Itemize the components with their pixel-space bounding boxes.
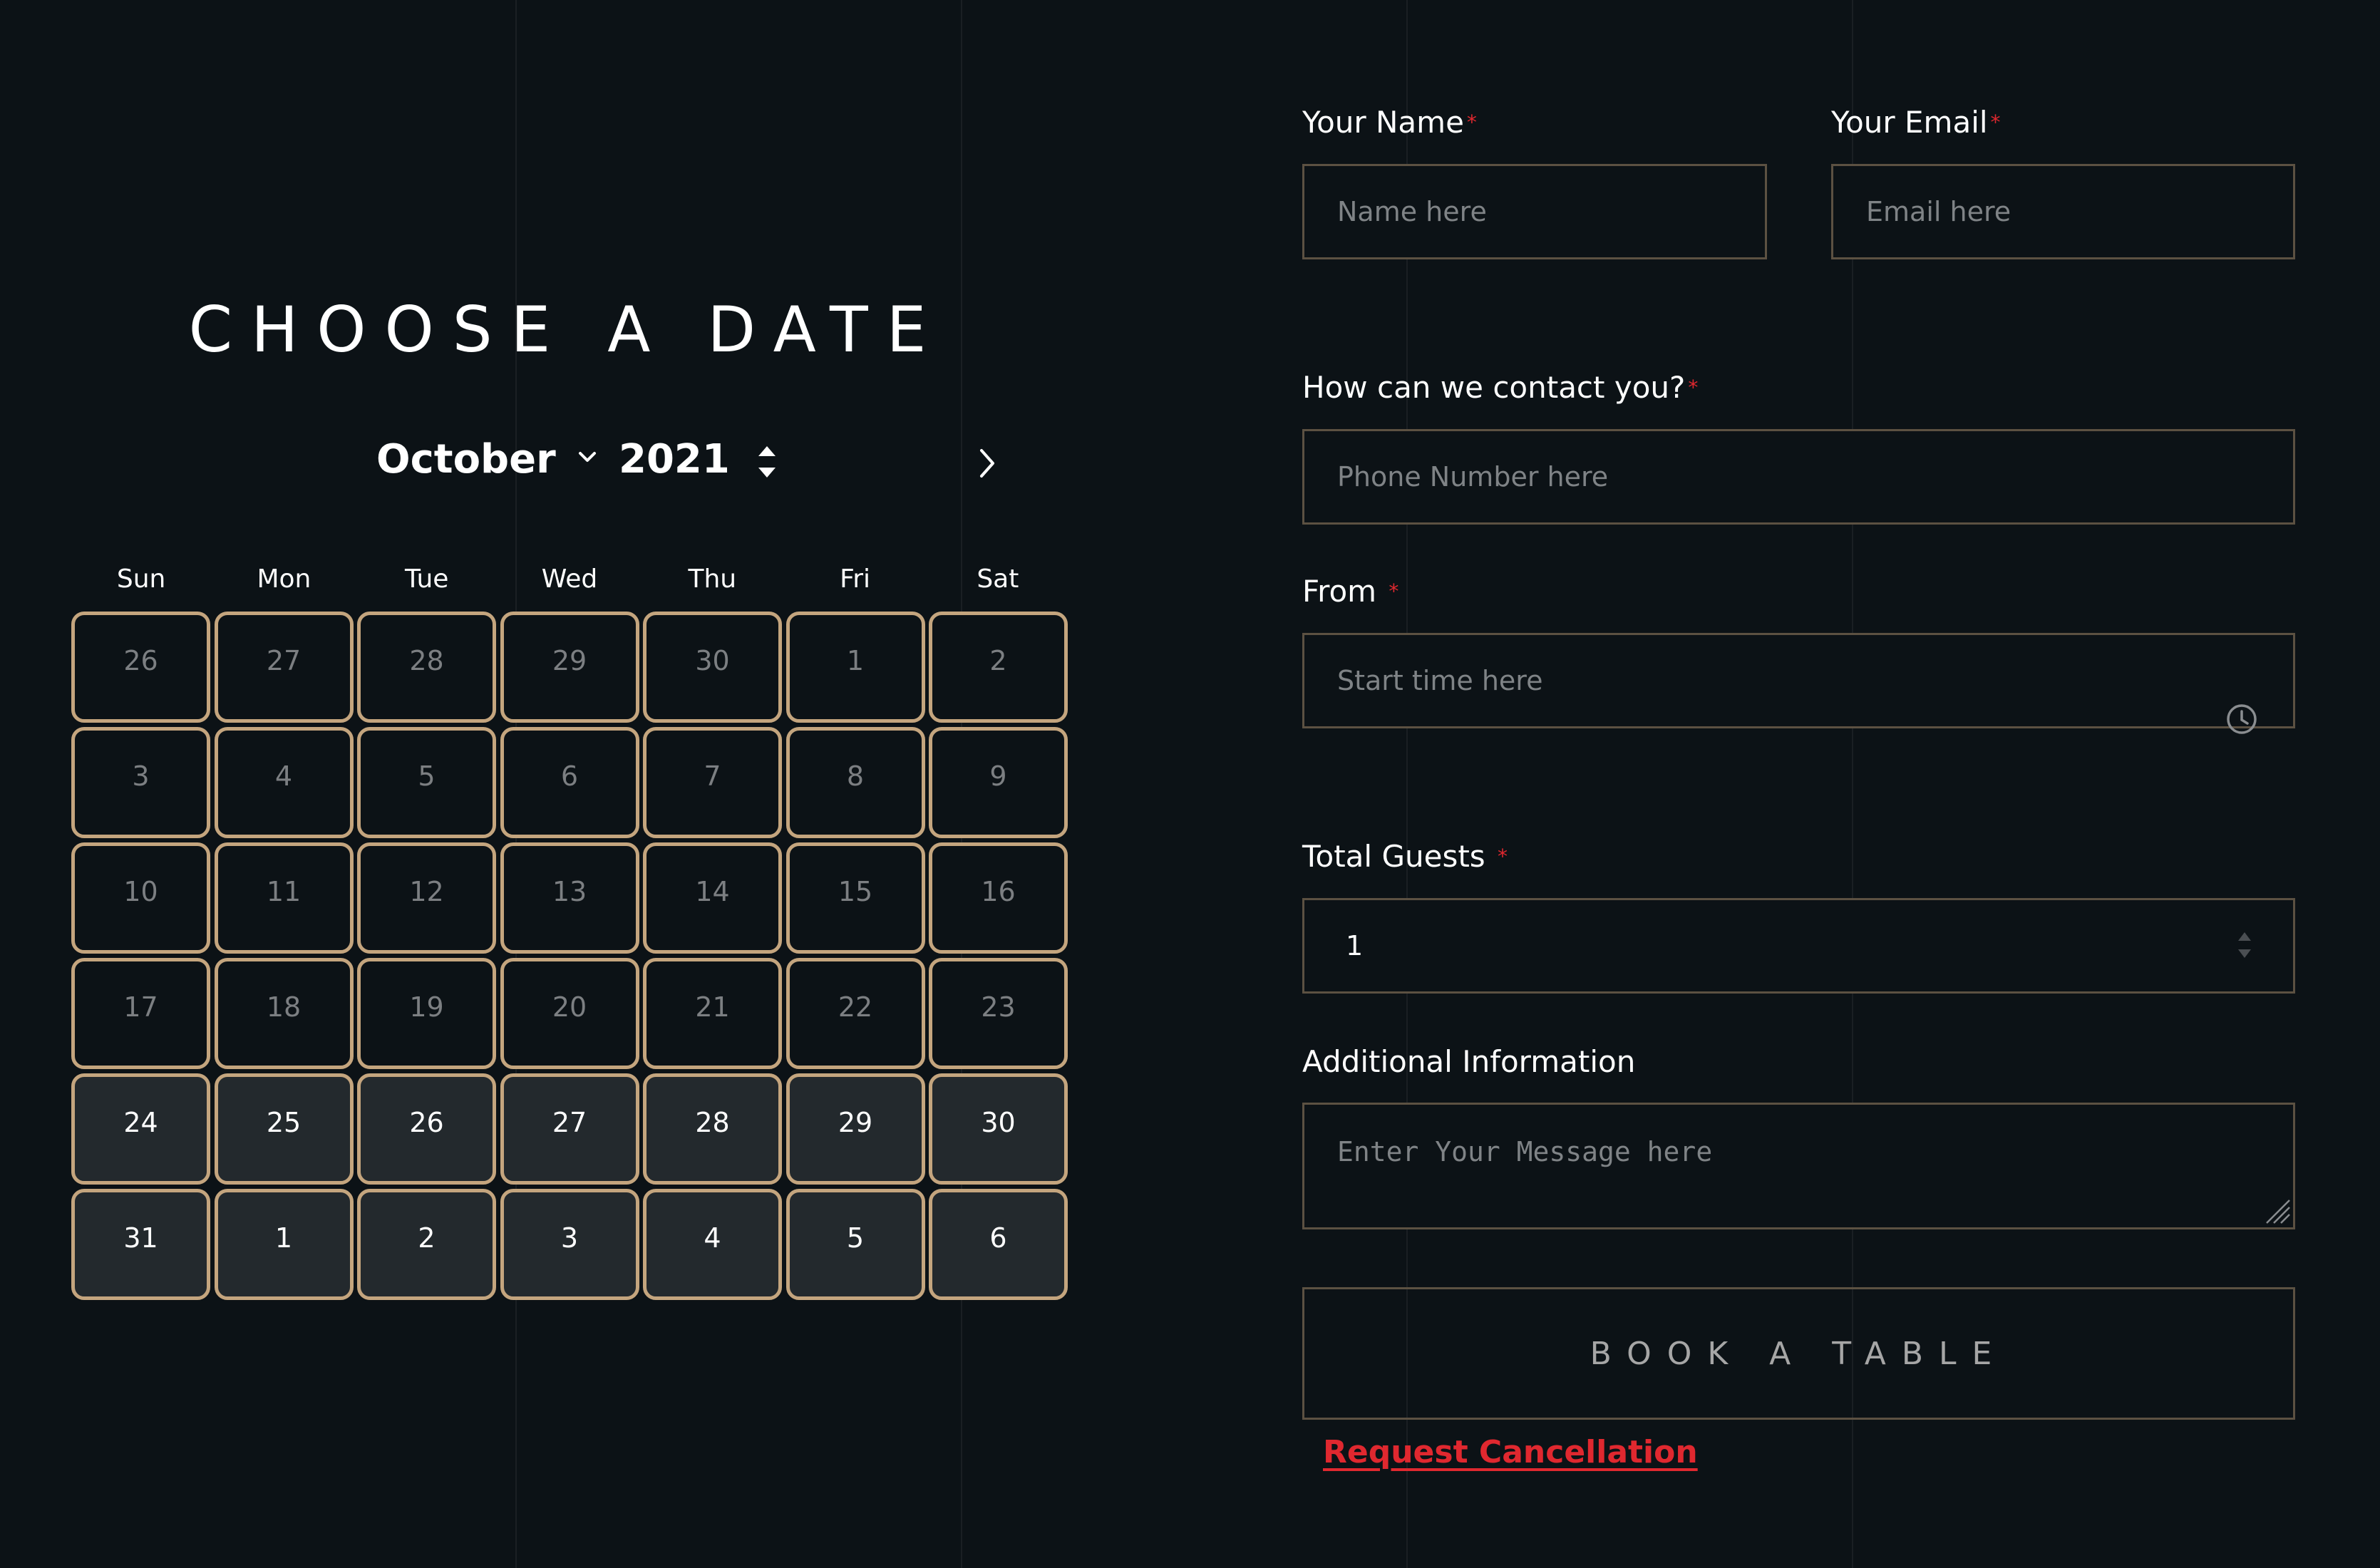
- from-label: From *: [1302, 574, 1399, 609]
- guests-label: Total Guests *: [1302, 839, 1508, 874]
- calendar-day[interactable]: 5: [785, 1189, 925, 1300]
- calendar-day[interactable]: 7: [643, 727, 782, 838]
- chevron-right-icon[interactable]: [973, 443, 1001, 483]
- chevron-down-icon[interactable]: [570, 440, 604, 475]
- guests-value: 1: [1346, 930, 1364, 961]
- start-time-field[interactable]: Start time here: [1302, 633, 2295, 728]
- calendar-day[interactable]: 9: [929, 727, 1068, 838]
- weekday-label: Mon: [257, 564, 311, 594]
- weekday-label: Sat: [977, 564, 1019, 594]
- weekday-label: Fri: [840, 564, 870, 594]
- calendar-day[interactable]: 21: [643, 958, 782, 1069]
- name-label: Your Name *: [1302, 105, 1477, 140]
- calendar-day[interactable]: 13: [500, 842, 639, 954]
- calendar-day[interactable]: 29: [785, 1073, 925, 1185]
- calendar-day[interactable]: 11: [214, 842, 354, 954]
- book-table-button[interactable]: BOOK A TABLE: [1302, 1287, 2295, 1420]
- name-field[interactable]: Name here: [1302, 164, 1767, 259]
- calendar-day[interactable]: 26: [357, 1073, 496, 1185]
- calendar-day[interactable]: 16: [929, 842, 1068, 954]
- calendar-day[interactable]: 3: [500, 1189, 639, 1300]
- calendar-day[interactable]: 28: [357, 612, 496, 723]
- calendar-day[interactable]: 14: [643, 842, 782, 954]
- calendar-day[interactable]: 19: [357, 958, 496, 1069]
- calendar-day-grid: 26 27 28 29 30 1 2 3 4 5 6 7 8 9 10 11 12 13 14 15 16 17 18 19 2…: [71, 612, 1068, 1303]
- calendar-day[interactable]: 30: [643, 612, 782, 723]
- request-cancellation-link[interactable]: Request Cancellation: [1323, 1431, 1698, 1474]
- phone-field[interactable]: Phone Number here: [1302, 429, 2295, 525]
- up-down-stepper-icon[interactable]: [754, 440, 780, 483]
- email-label: Your Email *: [1831, 105, 2001, 140]
- weekday-label: Tue: [404, 564, 449, 594]
- calendar-day[interactable]: 6: [929, 1189, 1068, 1300]
- calendar-day[interactable]: 1: [785, 612, 925, 723]
- message-textarea[interactable]: Enter Your Message here: [1302, 1103, 2295, 1229]
- calendar-day[interactable]: 17: [71, 958, 210, 1069]
- calendar-day[interactable]: 27: [214, 612, 354, 723]
- weekday-label: Sun: [116, 564, 166, 594]
- calendar-day[interactable]: 25: [214, 1073, 354, 1185]
- calendar-day[interactable]: 12: [357, 842, 496, 954]
- calendar-day[interactable]: 6: [500, 727, 639, 838]
- additional-info-label: Additional Information: [1302, 1044, 1636, 1079]
- month-select-value[interactable]: October: [376, 431, 556, 488]
- calendar-day[interactable]: 28: [643, 1073, 782, 1185]
- calendar-day[interactable]: 15: [785, 842, 925, 954]
- clock-icon[interactable]: [2225, 703, 2258, 736]
- start-time-placeholder: Start time here: [1337, 665, 1543, 696]
- calendar-day[interactable]: 2: [929, 612, 1068, 723]
- calendar-day[interactable]: 1: [214, 1189, 354, 1300]
- name-placeholder: Name here: [1337, 196, 1487, 227]
- email-field[interactable]: Email here: [1831, 164, 2295, 259]
- calendar-day[interactable]: 23: [929, 958, 1068, 1069]
- calendar-day[interactable]: 30: [929, 1073, 1068, 1185]
- calendar-day[interactable]: 4: [643, 1189, 782, 1300]
- number-spinner-icon[interactable]: [2234, 928, 2255, 962]
- email-placeholder: Email here: [1866, 196, 2011, 227]
- weekday-label: Thu: [688, 564, 737, 594]
- calendar-day[interactable]: 10: [71, 842, 210, 954]
- calendar-day[interactable]: 8: [785, 727, 925, 838]
- calendar-day[interactable]: 22: [785, 958, 925, 1069]
- calendar-title: CHOOSE A DATE: [188, 293, 945, 366]
- calendar-day[interactable]: 31: [71, 1189, 210, 1300]
- weekday-label: Wed: [541, 564, 598, 594]
- phone-placeholder: Phone Number here: [1337, 461, 1609, 492]
- calendar-day[interactable]: 4: [214, 727, 354, 838]
- message-placeholder: Enter Your Message here: [1337, 1136, 1713, 1167]
- calendar-day[interactable]: 20: [500, 958, 639, 1069]
- weekday-header: Sun Mon Tue Wed Thu Fri Sat: [71, 562, 1068, 597]
- year-input-value[interactable]: 2021: [619, 431, 730, 488]
- calendar-day[interactable]: 2: [357, 1189, 496, 1300]
- calendar-day[interactable]: 26: [71, 612, 210, 723]
- guests-number-input[interactable]: 1: [1302, 898, 2295, 994]
- calendar-day[interactable]: 18: [214, 958, 354, 1069]
- calendar-day[interactable]: 24: [71, 1073, 210, 1185]
- contact-label: How can we contact you? *: [1302, 370, 1699, 405]
- calendar-day[interactable]: 5: [357, 727, 496, 838]
- resize-handle-icon[interactable]: [2261, 1195, 2292, 1226]
- calendar-day[interactable]: 27: [500, 1073, 639, 1185]
- calendar-day[interactable]: 3: [71, 727, 210, 838]
- calendar-day[interactable]: 29: [500, 612, 639, 723]
- booking-page: CHOOSE A DATE October 2021 Sun Mon Tue W…: [0, 0, 2380, 1568]
